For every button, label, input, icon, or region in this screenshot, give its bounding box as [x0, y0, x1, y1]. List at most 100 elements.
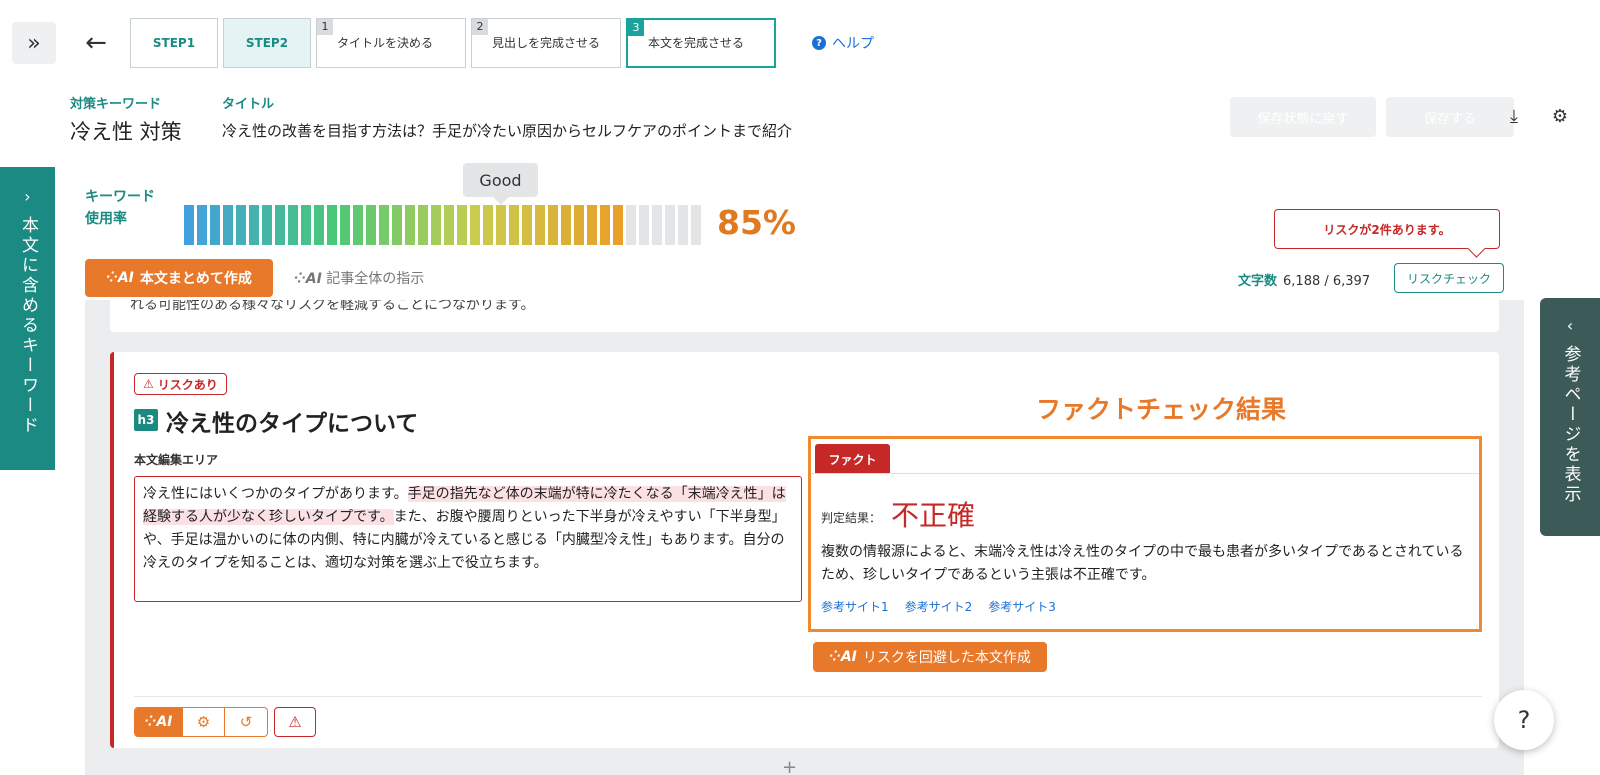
substep-body[interactable]: 3 本文を完成させる — [626, 18, 776, 68]
usage-meter-segment — [457, 205, 467, 245]
chevron-left-icon: ‹ — [1566, 316, 1574, 335]
usage-meter-segment — [392, 205, 402, 245]
usage-meter-segment — [262, 205, 272, 245]
substep-number: 1 — [317, 19, 333, 35]
substep-headings[interactable]: 2 見出しを完成させる — [471, 18, 621, 68]
factcheck-title: ファクトチェック結果 — [1036, 395, 1287, 424]
gear-icon[interactable]: ⚙ — [1548, 104, 1572, 128]
usage-meter-segment — [639, 205, 649, 245]
risk-avoid-generate-button[interactable]: ⁘AI リスクを回避した本文作成 — [813, 642, 1047, 672]
keyword-value: 冷え性 対策 — [70, 120, 182, 144]
risk-avoid-generate-label: リスクを回避した本文作成 — [862, 650, 1031, 666]
summary-generate-button[interactable]: ⁘AI 本文まとめて作成 — [85, 259, 273, 297]
usage-meter-segment — [600, 205, 610, 245]
keyword-usage-label-line2: 使用率 — [85, 211, 127, 227]
usage-meter-segment — [613, 205, 623, 245]
usage-meter-segment — [548, 205, 558, 245]
usage-meter-segment — [509, 205, 519, 245]
back-button[interactable]: ← — [80, 26, 112, 60]
usage-meter-segment — [340, 205, 350, 245]
download-icon[interactable]: ⤓ — [1502, 104, 1526, 128]
factcheck-explanation: 複数の情報源によると、末端冷え性は冷え性のタイプの中で最も患者が多いタイプである… — [821, 544, 1464, 583]
usage-meter-segment — [626, 205, 636, 245]
usage-meter-segment — [431, 205, 441, 245]
usage-meter-segment — [236, 205, 246, 245]
substep-label: 見出しを完成させる — [492, 36, 601, 50]
section-tools: ⁘AI ⚙ ↺ — [134, 707, 268, 737]
edit-area-label: 本文編集エリア — [134, 453, 219, 467]
usage-meter-segment — [444, 205, 454, 245]
step-2-tab[interactable]: STEP2 — [223, 18, 311, 68]
settings-tool-button[interactable]: ⚙ — [183, 708, 225, 736]
previous-section-card: れる可能性のある様々なリスクを軽減することにつながります。 — [110, 300, 1499, 332]
risk-count-callout: リスクが2件あります。 — [1274, 209, 1500, 249]
usage-meter-segment — [470, 205, 480, 245]
usage-meter-segment — [223, 205, 233, 245]
substep-title[interactable]: 1 タイトルを決める — [316, 18, 466, 68]
reference-link[interactable]: 参考サイト1 — [821, 598, 889, 615]
char-count-value: 6,188 / 6,397 — [1283, 274, 1371, 289]
divider — [134, 696, 1482, 697]
keywords-side-tab-label: 本文に含めるキーワード — [18, 216, 38, 436]
usage-meter-segment — [574, 205, 584, 245]
heading-level-badge: h3 — [134, 409, 158, 431]
keyword-label: 対策キーワード — [70, 97, 162, 112]
article-instruction-button[interactable]: ⁘AI 記事全体の指示 — [294, 268, 424, 288]
keyword-usage-percent: 85% — [717, 203, 796, 242]
usage-meter-segment — [366, 205, 376, 245]
usage-meter-segment — [379, 205, 389, 245]
history-tool-button[interactable]: ↺ — [225, 708, 267, 736]
section-heading: 冷え性のタイプについて — [166, 411, 419, 437]
step-1-tab[interactable]: STEP1 — [130, 18, 218, 68]
reference-pages-tab-label: 参考ページを表示 — [1560, 345, 1581, 505]
add-section-icon[interactable]: + — [782, 757, 797, 775]
double-chevron-right-icon: » — [27, 30, 41, 56]
substep-label: タイトルを決める — [337, 36, 434, 50]
help-fab-button[interactable]: ? — [1494, 690, 1554, 750]
summary-generate-label: 本文まとめて作成 — [139, 271, 252, 287]
restore-button[interactable]: 保存状態に戻す — [1230, 97, 1376, 137]
usage-meter-segment — [418, 205, 428, 245]
keyword-usage-label-line1: キーワード — [85, 189, 155, 205]
help-label: ヘルプ — [832, 36, 874, 52]
keyword-usage-label: キーワード 使用率 — [85, 186, 175, 230]
usage-meter-segment — [665, 205, 675, 245]
risk-warning-button[interactable]: ⚠ — [274, 707, 316, 737]
usage-meter-segment — [301, 205, 311, 245]
usage-meter-segment — [535, 205, 545, 245]
history-icon: ↺ — [239, 713, 253, 731]
keywords-side-tab[interactable]: › 本文に含めるキーワード — [0, 167, 55, 470]
usage-meter-segment — [587, 205, 597, 245]
ai-sparkle-icon: ⁘AI — [294, 271, 322, 287]
char-count: 文字数 6,188 / 6,397 — [1238, 270, 1370, 289]
usage-meter-segment — [522, 205, 532, 245]
reference-link[interactable]: 参考サイト2 — [905, 598, 973, 615]
help-link[interactable]: ? ヘルプ — [812, 33, 874, 53]
section-card: ⚠ リスクあり h3 冷え性のタイプについて 本文編集エリア 冷え性にはいくつか… — [110, 352, 1499, 748]
risk-badge: ⚠ リスクあり — [134, 373, 227, 395]
factcheck-panel: ファクト 判定結果： 不正確 複数の情報源によると、末端冷え性は冷え性のタイプの… — [808, 436, 1482, 632]
ai-sparkle-icon: ⁘AI — [829, 649, 857, 665]
fact-tab[interactable]: ファクト — [815, 444, 890, 474]
risk-badge-label: リスクあり — [157, 377, 218, 392]
chevron-right-icon: › — [24, 187, 31, 206]
substep-label: 本文を完成させる — [648, 36, 745, 50]
arrow-left-icon: ← — [85, 28, 107, 58]
usage-meter-segment — [275, 205, 285, 245]
ai-sparkle-icon: ⁘AI — [106, 270, 134, 286]
body-editor[interactable]: 冷え性にはいくつかのタイプがあります。手足の指先など体の末端が特に冷たくなる「末… — [134, 476, 802, 602]
expand-sidebar-button[interactable]: » — [12, 22, 56, 64]
reference-pages-tab[interactable]: ‹ 参考ページを表示 — [1540, 298, 1600, 536]
usage-meter-segment — [405, 205, 415, 245]
usage-meter-segment — [327, 205, 337, 245]
usage-meter-segment — [353, 205, 363, 245]
title-value: 冷え性の改善を目指す方法は？手足が冷たい原因からセルフケアのポイントまで紹介 — [222, 122, 793, 140]
verdict-label: 判定結果： — [821, 511, 882, 525]
usage-meter-segment — [249, 205, 259, 245]
usage-meter-segment — [197, 205, 207, 245]
ai-tool-button[interactable]: ⁘AI — [135, 708, 183, 736]
risk-check-button[interactable]: リスクチェック — [1394, 263, 1504, 293]
reference-link[interactable]: 参考サイト3 — [988, 598, 1056, 615]
usage-meter-segment — [288, 205, 298, 245]
save-button[interactable]: 保存する — [1386, 97, 1514, 137]
